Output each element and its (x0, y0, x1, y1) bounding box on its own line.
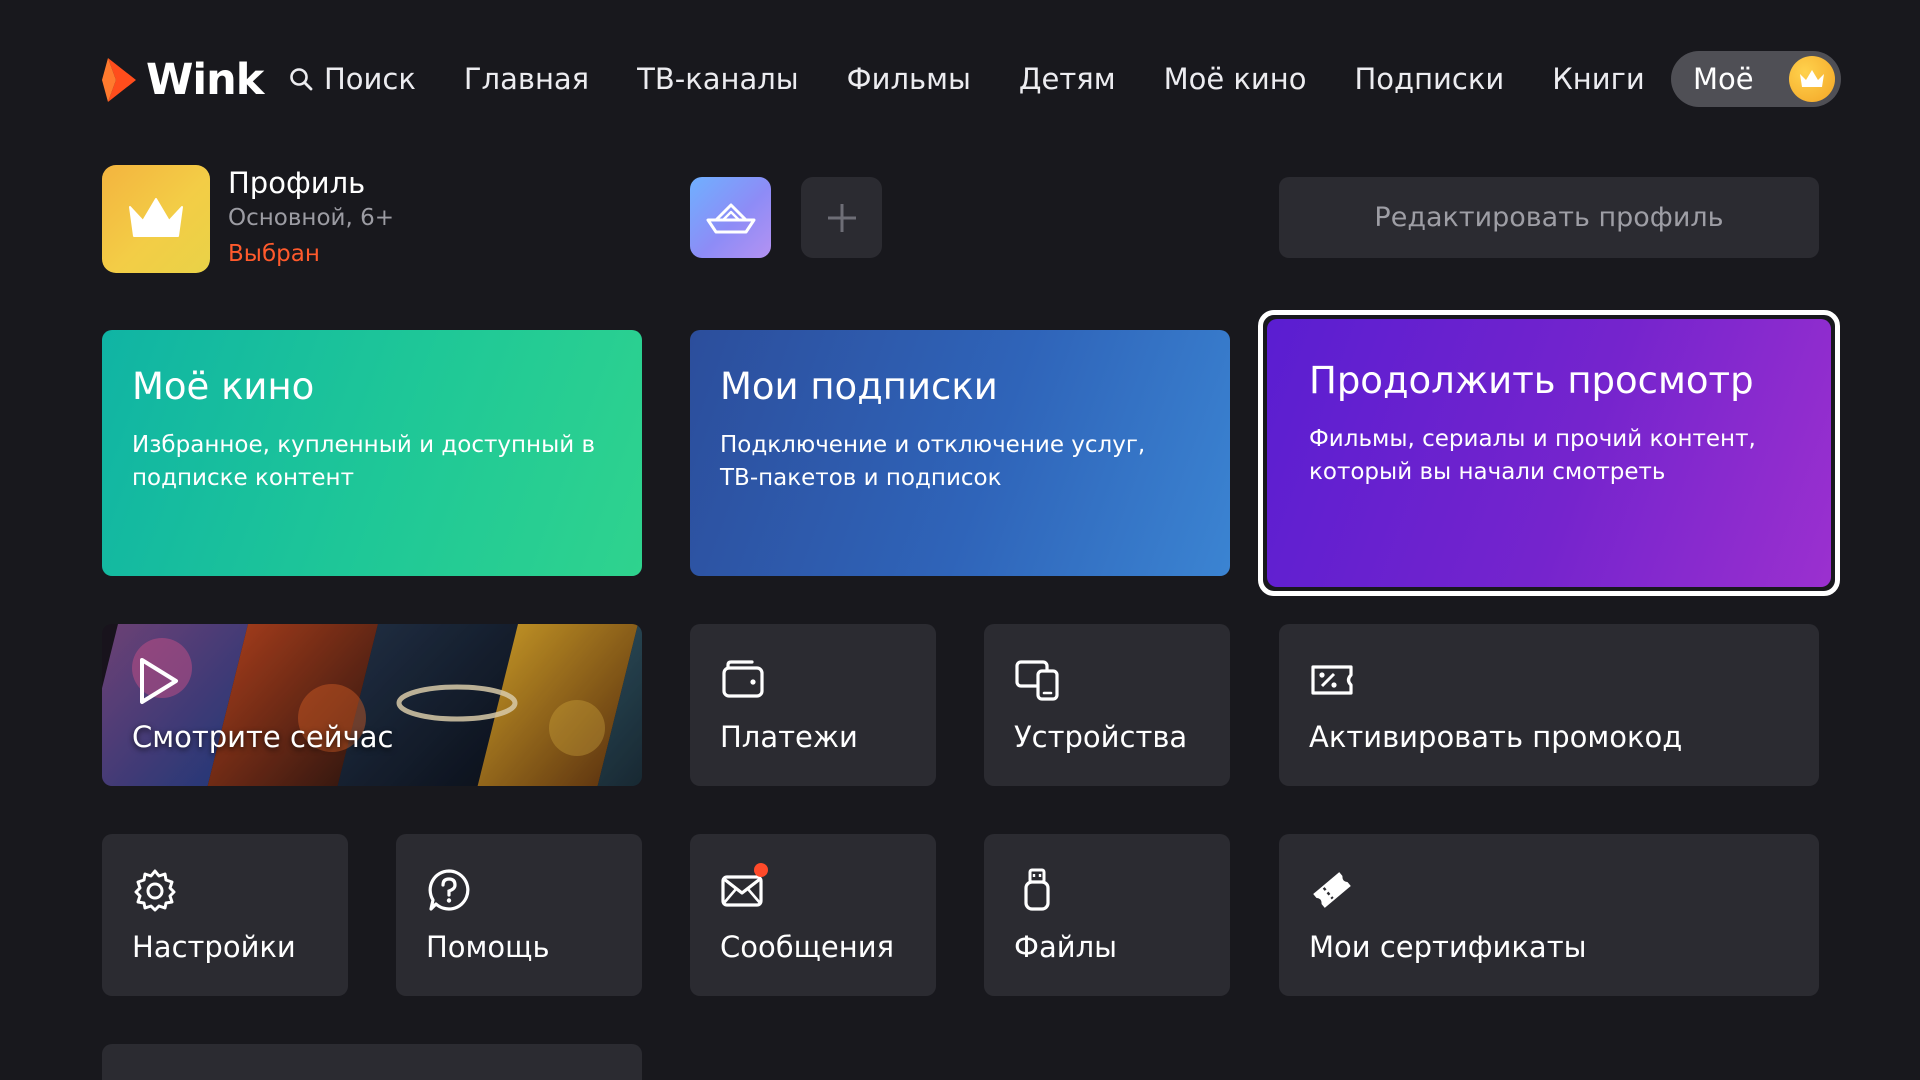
nav-my-label: Моё (1693, 62, 1754, 96)
feature-card-continue-body: Продолжить просмотр Фильмы, сериалы и пр… (1267, 319, 1831, 587)
top-navigation: Поиск Главная ТВ-каналы Фильмы Детям Моё… (288, 58, 1693, 100)
profile-name: Профиль (228, 166, 366, 200)
promo-code-tile[interactable]: Активировать промокод (1279, 624, 1819, 786)
payments-tile[interactable]: Платежи (690, 624, 936, 786)
messages-tile[interactable]: Сообщения (690, 834, 936, 996)
tile-label: Мои сертификаты (1309, 930, 1587, 964)
unread-badge (754, 863, 768, 877)
tile-label: Файлы (1014, 930, 1118, 964)
nav-item-home[interactable]: Главная (464, 62, 589, 96)
tile-label: Активировать промокод (1309, 720, 1683, 754)
crown-icon (1800, 70, 1824, 87)
account-screen: Wink Поиск Главная ТВ-каналы Фильмы Детя… (0, 0, 1920, 1080)
edit-profile-button[interactable]: Редактировать профиль (1279, 177, 1819, 258)
help-tile[interactable]: Помощь (396, 834, 642, 996)
gear-icon (134, 869, 176, 912)
feature-description: Фильмы, сериалы и прочий контент, которы… (1309, 426, 1756, 485)
devices-icon (1015, 660, 1059, 701)
nav-item-tv-channels[interactable]: ТВ-каналы (637, 62, 799, 96)
files-tile[interactable]: Файлы (984, 834, 1230, 996)
help-icon (428, 869, 470, 911)
nav-item-kids[interactable]: Детям (1019, 62, 1116, 96)
feature-title: Мои подписки (720, 365, 998, 408)
feature-card-my-cinema[interactable]: Моё кино Избранное, купленный и доступны… (102, 330, 642, 576)
search-icon (290, 68, 313, 91)
feature-title: Продолжить просмотр (1309, 359, 1754, 402)
profile-avatar[interactable] (102, 165, 210, 273)
feature-description: Избранное, купленный и доступный в подпи… (132, 432, 596, 491)
nav-search-label: Поиск (324, 62, 416, 96)
add-profile-button[interactable] (801, 177, 882, 258)
tile-label: Помощь (426, 930, 550, 964)
profile-info: Профиль Основной, 6+ Выбран (228, 165, 394, 273)
play-icon (140, 658, 178, 704)
feature-card-continue-watching[interactable]: Продолжить просмотр Фильмы, сериалы и пр… (1258, 310, 1840, 596)
partial-tile[interactable] (102, 1044, 642, 1080)
settings-tile[interactable]: Настройки (102, 834, 348, 996)
nav-item-subscriptions[interactable]: Подписки (1354, 62, 1504, 96)
feature-description: Подключение и отключение услуг, ТВ-пакет… (720, 432, 1146, 491)
feature-card-my-subscriptions[interactable]: Мои подписки Подключение и отключение ус… (690, 330, 1230, 576)
poster-collage (102, 624, 642, 786)
wink-logo-icon (102, 58, 136, 102)
watch-now-tile[interactable]: Смотрите сейчас (102, 624, 642, 786)
profile-status: Выбран (228, 241, 320, 267)
nav-search[interactable]: Поиск (288, 62, 416, 96)
boat-icon (706, 203, 755, 233)
nav-my-button[interactable]: Моё (1671, 51, 1841, 107)
nav-item-books[interactable]: Книги (1552, 62, 1644, 96)
usb-icon (1024, 868, 1050, 911)
nav-item-movies[interactable]: Фильмы (847, 62, 971, 96)
tile-label: Платежи (720, 720, 858, 754)
tile-label: Сообщения (720, 930, 895, 964)
wink-logo-text: Wink (146, 55, 264, 105)
profile-avatar-alt[interactable] (690, 177, 771, 258)
wallet-icon (722, 660, 764, 698)
certificates-tile[interactable]: Мои сертификаты (1279, 834, 1819, 996)
devices-tile[interactable]: Устройства (984, 624, 1230, 786)
tile-label: Смотрите сейчас (132, 720, 394, 754)
promo-ticket-icon (1311, 665, 1353, 695)
tile-label: Устройства (1014, 720, 1188, 754)
crown-icon (129, 198, 183, 237)
nav-item-my-cinema[interactable]: Моё кино (1164, 62, 1307, 96)
nav-my-avatar (1789, 56, 1835, 102)
certificate-icon (1313, 872, 1351, 908)
plus-icon (827, 203, 856, 232)
wink-logo[interactable]: Wink (102, 54, 264, 106)
profile-subtitle: Основной, 6+ (228, 205, 394, 231)
feature-title: Моё кино (132, 365, 315, 408)
tile-label: Настройки (132, 930, 296, 964)
